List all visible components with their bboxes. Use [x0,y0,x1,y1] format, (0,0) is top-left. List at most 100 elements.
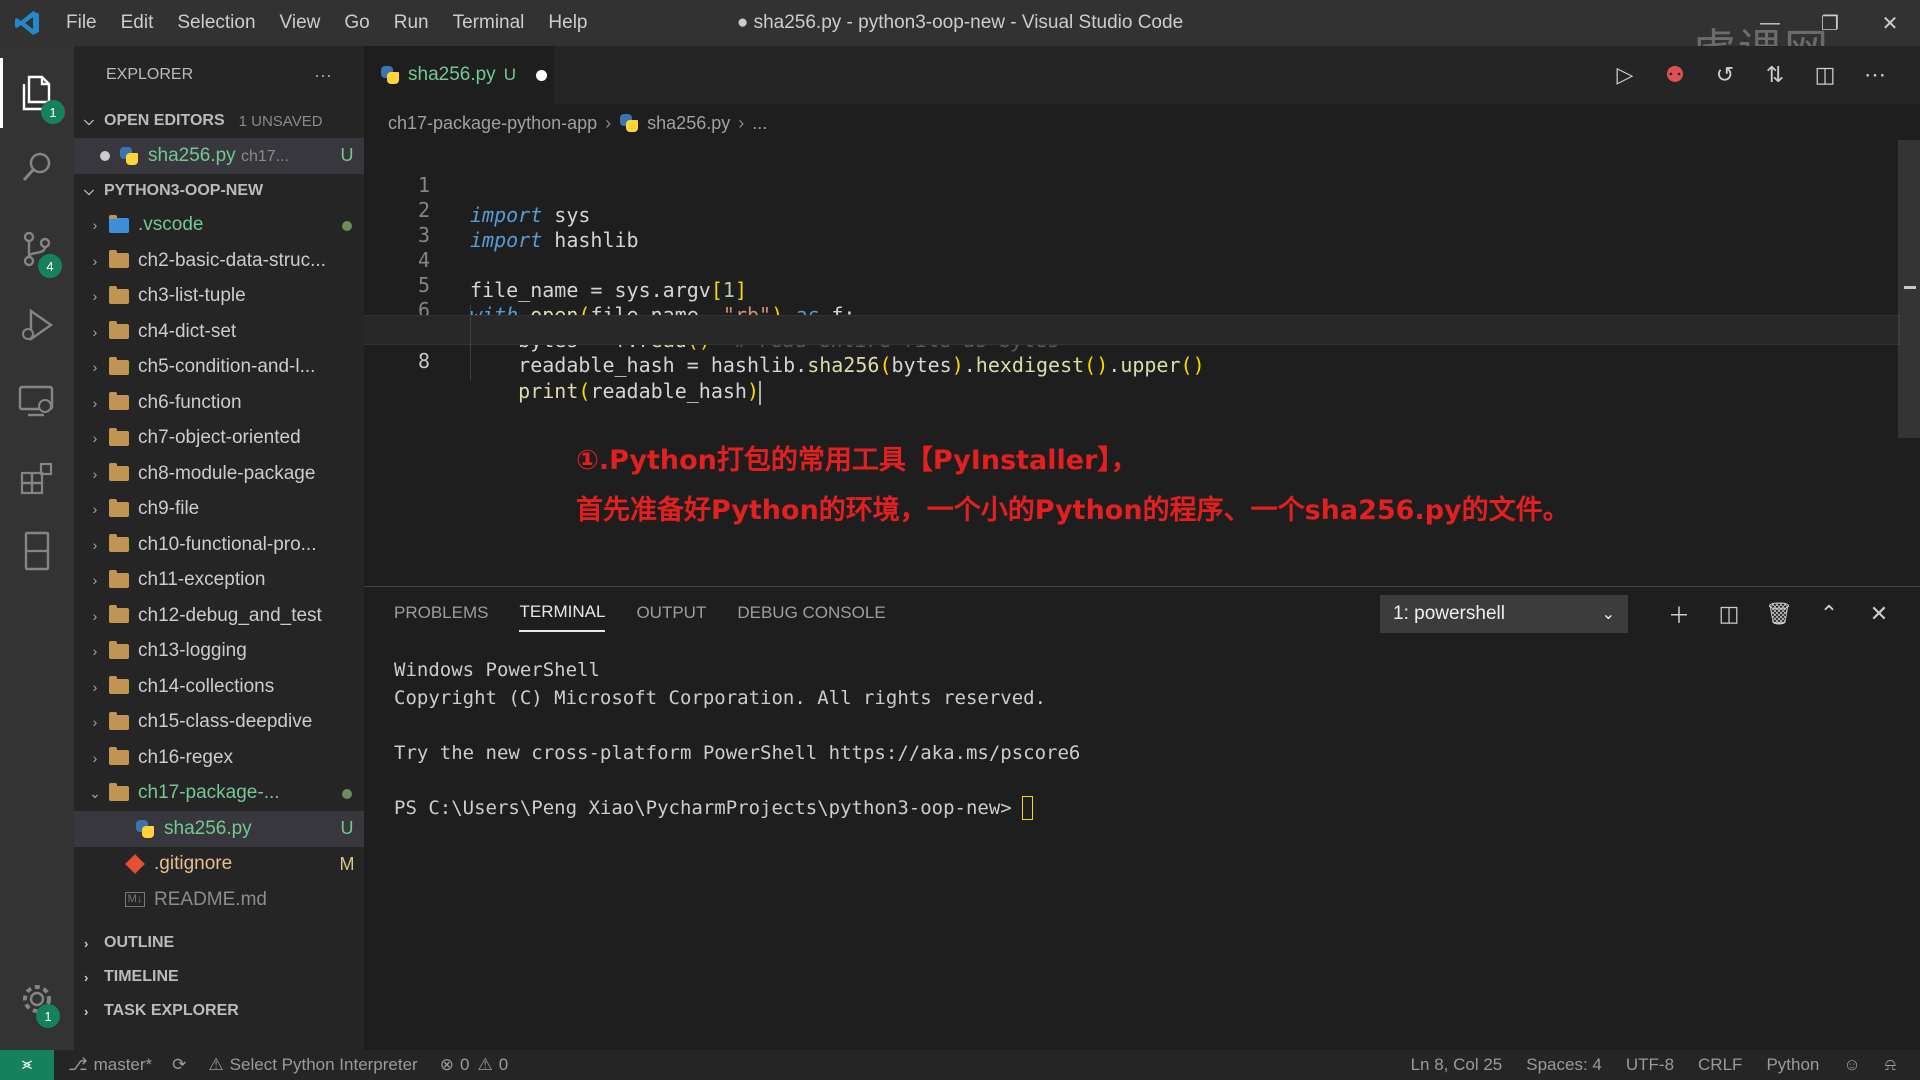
trash-icon[interactable]: 🗑 [1754,601,1804,627]
search-icon[interactable] [0,132,74,202]
unsaved-dot-icon[interactable] [535,69,547,81]
feedback-icon[interactable]: ☺ [1843,1055,1860,1075]
menu-selection[interactable]: Selection [165,0,267,46]
timeline-header[interactable]: › TIMELINE [74,960,364,994]
tree-item[interactable]: › ch8-module-package [74,456,364,492]
chevron-right-icon: › [92,465,98,482]
tree-item[interactable]: › ch3-list-tuple [74,279,364,315]
indentation[interactable]: Spaces: 4 [1526,1055,1602,1075]
tree-item[interactable]: › ch14-collections [74,669,364,705]
vscode-logo-icon[interactable] [0,0,54,46]
notebook-icon[interactable] [0,516,74,586]
sync-icon[interactable]: ⟳ [172,1055,186,1075]
new-terminal-icon[interactable]: ＋ [1654,598,1704,630]
run-debug-icon[interactable] [0,290,74,360]
restore-icon[interactable]: ❐ [1800,0,1860,46]
error-count[interactable]: 0 [460,1055,469,1075]
menu-help[interactable]: Help [536,0,599,46]
settings-gear-icon[interactable]: 1 [0,964,74,1034]
tree-item[interactable]: › ch10-functional-pro... [74,527,364,563]
history-icon[interactable]: ↺ [1700,62,1750,88]
editor-scrollbar[interactable] [1898,140,1920,438]
breadcrumb-more[interactable]: ... [752,113,767,134]
explorer-more-icon[interactable]: ··· [314,65,332,86]
source-control-icon[interactable]: 4 [0,214,74,284]
chevron-right-icon: › [605,112,612,133]
more-actions-icon[interactable]: ⋯ [1850,62,1900,88]
warning-count[interactable]: 0 [499,1055,508,1075]
tree-item-label: ch15-class-deepdive [138,711,313,733]
split-terminal-icon[interactable]: ◫ [1704,601,1754,627]
tree-item[interactable]: .gitignore M [74,847,364,883]
status-bar: ⪤ ⎇ master* ⟳ ⚠ Select Python Interprete… [0,1050,1920,1080]
menu-terminal[interactable]: Terminal [441,0,537,46]
explorer-icon[interactable]: 1 [0,58,74,128]
tree-item[interactable]: › ch15-class-deepdive [74,705,364,741]
cursor-position[interactable]: Ln 8, Col 25 [1411,1055,1503,1075]
bracket: ( [578,379,591,403]
leetcode-cat-icon[interactable]: ⚉ [1650,62,1700,88]
tab-status: U [503,65,516,84]
tree-item[interactable]: › ch2-basic-data-struc... [74,243,364,279]
run-file-icon[interactable]: ▷ [1600,62,1650,88]
tab-problems[interactable]: PROBLEMS [394,595,488,631]
menu-go[interactable]: Go [332,0,381,46]
chevron-down-icon: ⌵ [84,182,94,198]
task-explorer-header[interactable]: › TASK EXPLORER [74,994,364,1028]
tree-item[interactable]: › ch9-file [74,492,364,528]
chevron-right-icon: › [92,252,98,269]
language-mode[interactable]: Python [1766,1055,1819,1075]
breadcrumb-file[interactable]: sha256.py [647,113,730,134]
tree-item[interactable]: › ch12-debug_and_test [74,598,364,634]
folder-icon [106,392,132,413]
split-editor-icon[interactable]: ◫ [1800,62,1850,88]
notifications-bell-icon[interactable]: ⍾ [1885,1055,1896,1075]
tree-item[interactable]: › ch11-exception [74,563,364,599]
encoding[interactable]: UTF-8 [1626,1055,1674,1075]
open-editor-status: U [340,145,354,166]
tab-terminal[interactable]: TERMINAL [519,594,606,632]
minimize-icon[interactable]: — [1740,0,1800,46]
tab-output[interactable]: OUTPUT [636,595,706,631]
tree-item[interactable]: › .vscode [74,208,364,244]
tab-debug-console[interactable]: DEBUG CONSOLE [737,595,885,631]
tab-sha256[interactable]: sha256.py U [364,46,554,104]
tree-item[interactable]: ⌄ ch17-package-... [74,776,364,812]
tree-item[interactable]: M↓ README.md [74,882,364,918]
remote-indicator-icon[interactable]: ⪤ [0,1050,54,1080]
tree-item[interactable]: sha256.py U [74,811,364,847]
menu-view[interactable]: View [268,0,333,46]
tree-item[interactable]: › ch4-dict-set [74,314,364,350]
tree-item[interactable]: › ch5-condition-and-l... [74,350,364,386]
project-header[interactable]: ⌵ PYTHON3-OOP-NEW [74,174,364,208]
outline-header[interactable]: › OUTLINE [74,926,364,960]
chevron-right-icon: › [92,501,98,518]
menu-run[interactable]: Run [382,0,441,46]
window-controls: — ❐ ✕ [1740,0,1920,46]
breadcrumb-folder[interactable]: ch17-package-python-app [388,113,597,134]
terminal-prompt: PS C:\Users\Peng Xiao\PycharmProjects\py… [394,796,1012,819]
tree-item[interactable]: › ch16-regex [74,740,364,776]
close-panel-icon[interactable]: ✕ [1854,601,1904,627]
open-editors-header[interactable]: ⌵ OPEN EDITORS 1 UNSAVED [74,104,364,138]
menu-file[interactable]: File [54,0,109,46]
explorer-sidebar: EXPLORER ··· ⌵ OPEN EDITORS 1 UNSAVED sh… [74,46,364,1050]
tree-item[interactable]: › ch6-function [74,385,364,421]
menu-edit[interactable]: Edit [109,0,166,46]
terminal-select[interactable]: 1: powershell ⌄ [1380,595,1628,633]
terminal-output[interactable]: Windows PowerShell Copyright (C) Microso… [394,657,1080,822]
tree-item[interactable]: › ch13-logging [74,634,364,670]
extensions-icon[interactable] [0,444,74,514]
end-of-line[interactable]: CRLF [1698,1055,1742,1075]
compare-changes-icon[interactable]: ⇅ [1750,62,1800,88]
folder-icon [106,782,132,803]
branch-name[interactable]: master* [94,1055,153,1075]
python-interpreter[interactable]: Select Python Interpreter [230,1055,418,1075]
remote-explorer-icon[interactable] [0,366,74,436]
project-label: PYTHON3-OOP-NEW [104,181,264,199]
chevron-up-icon[interactable]: ⌃ [1804,601,1854,627]
tree-item[interactable]: › ch7-object-oriented [74,421,364,457]
close-icon[interactable]: ✕ [1860,0,1920,46]
open-editor-item[interactable]: sha256.py ch17... U [74,138,364,174]
